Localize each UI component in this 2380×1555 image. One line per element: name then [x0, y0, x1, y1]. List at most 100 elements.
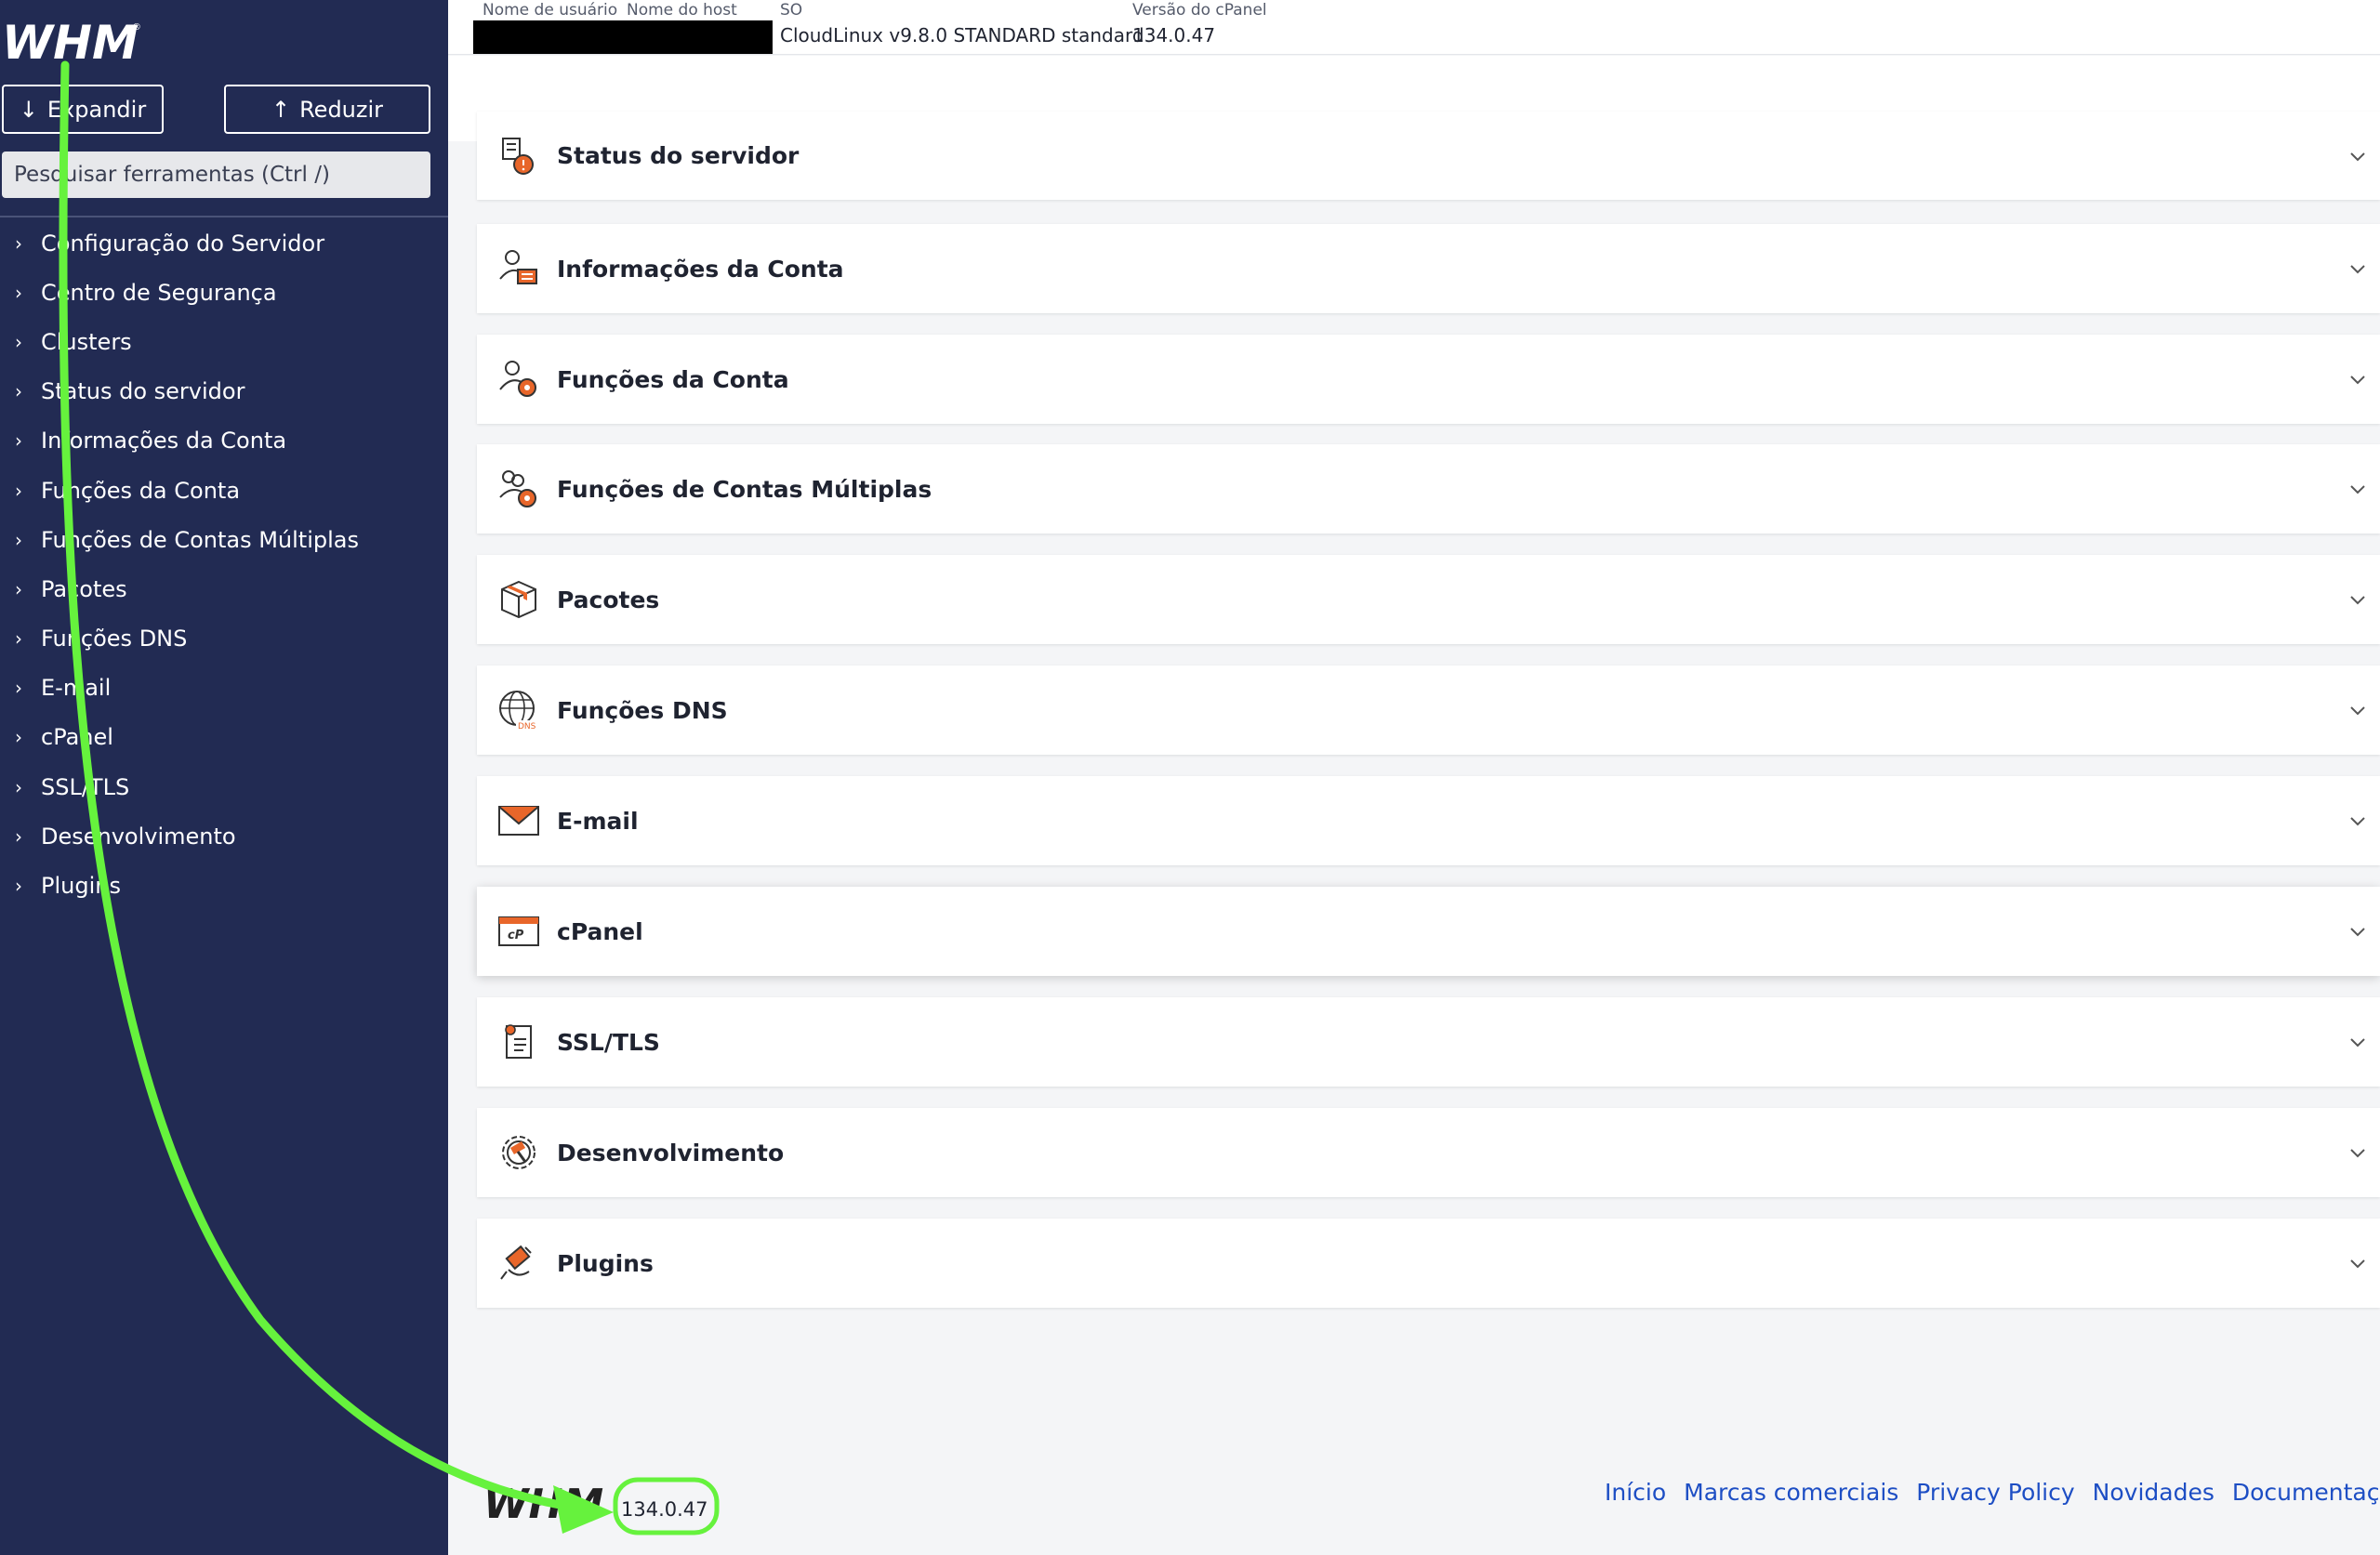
chevron-down-icon — [2350, 928, 2365, 937]
panel-title: E-mail — [557, 807, 639, 835]
sidebar-item-label: Plugins — [41, 873, 121, 900]
chevron-right-icon: › — [15, 577, 22, 600]
chevron-down-icon — [2350, 376, 2365, 385]
sidebar-item-label: Funções de Contas Múltiplas — [41, 526, 359, 553]
arrow-down-icon: ↓ — [19, 96, 38, 123]
reduce-button-label: Reduzir — [299, 96, 384, 123]
reduce-button[interactable]: ↑ Reduzir — [224, 85, 430, 134]
panel-title: Funções da Conta — [557, 365, 789, 393]
panel-funcoes-dns[interactable]: DNS Funções DNS — [477, 665, 2380, 755]
chevron-right-icon: › — [15, 875, 22, 898]
chevron-down-icon — [2350, 596, 2365, 605]
chevron-down-icon — [2350, 485, 2365, 494]
panel-informacoes-da-conta[interactable]: Informações da Conta — [477, 224, 2380, 313]
svg-text:DNS: DNS — [518, 722, 536, 731]
multi-account-icon — [499, 470, 536, 507]
sidebar-item-funcoes-da-conta[interactable]: › Funções da Conta — [0, 466, 448, 515]
panel-pacotes[interactable]: Pacotes — [477, 555, 2380, 644]
panel-title: Informações da Conta — [557, 255, 844, 283]
panel-title: cPanel — [557, 917, 643, 945]
chevron-right-icon: › — [15, 627, 22, 651]
footer-links: Início Marcas comerciais Privacy Policy … — [1605, 1479, 2380, 1506]
chevron-right-icon: › — [15, 429, 22, 453]
panel-title: Status do servidor — [557, 142, 800, 169]
chevron-right-icon: › — [15, 281, 22, 304]
whm-logo-text: WHM — [2, 16, 139, 69]
panel-desenvolvimento[interactable]: Desenvolvimento — [477, 1108, 2380, 1197]
footer-link-documentacao[interactable]: Documentação — [2232, 1479, 2380, 1506]
sidebar-item-label: Centro de Segurança — [41, 279, 277, 306]
panel-funcoes-de-contas-multiplas[interactable]: Funções de Contas Múltiplas — [477, 444, 2380, 534]
svg-text:cP: cP — [508, 929, 524, 942]
sidebar-item-funcoes-de-contas-multiplas[interactable]: › Funções de Contas Múltiplas — [0, 515, 448, 564]
panel-title: Desenvolvimento — [557, 1139, 785, 1166]
os-label: SO — [780, 1, 803, 20]
search-tools-input[interactable] — [2, 152, 430, 198]
expand-button-label: Expandir — [46, 96, 147, 123]
sidebar-item-funcoes-dns[interactable]: › Funções DNS — [0, 614, 448, 664]
footer-link-marcas-comerciais[interactable]: Marcas comerciais — [1684, 1479, 1898, 1506]
expand-button[interactable]: ↓ Expandir — [2, 85, 164, 134]
panel-title: Plugins — [557, 1249, 654, 1277]
cpanel-version-value: 134.0.47 — [1132, 24, 1216, 46]
panel-status-do-servidor[interactable]: Status do servidor — [477, 112, 2380, 200]
footer-version: 134.0.47 — [621, 1498, 708, 1521]
sidebar-item-clusters[interactable]: › Clusters — [0, 317, 448, 366]
sidebar-item-label: Funções da Conta — [41, 477, 241, 504]
sidebar-item-plugins[interactable]: › Plugins — [0, 861, 448, 910]
certificate-icon — [505, 1024, 532, 1059]
panel-title: SSL/TLS — [557, 1028, 660, 1056]
sidebar-item-ssl-tls[interactable]: › SSL/TLS — [0, 762, 448, 811]
chevron-down-icon — [2350, 152, 2365, 161]
sidebar-item-configuracao-do-servidor[interactable]: › Configuração do Servidor — [0, 218, 448, 268]
server-info-bar: Nome de usuário Nome do host SO CloudLin… — [448, 0, 2380, 55]
panel-plugins[interactable]: Plugins — [477, 1219, 2380, 1308]
whm-logo[interactable]: WHM ® — [2, 13, 141, 69]
sidebar-item-informacoes-da-conta[interactable]: › Informações da Conta — [0, 416, 448, 466]
panel-ssl-tls[interactable]: SSL/TLS — [477, 997, 2380, 1087]
account-info-icon — [499, 250, 537, 284]
sidebar-item-centro-de-seguranca[interactable]: › Centro de Segurança — [0, 268, 448, 317]
plugin-icon — [500, 1245, 532, 1280]
chevron-right-icon: › — [15, 231, 22, 255]
chevron-down-icon — [2350, 706, 2365, 716]
sidebar-item-desenvolvimento[interactable]: › Desenvolvimento — [0, 811, 448, 861]
sidebar-item-label: cPanel — [41, 724, 113, 751]
chevron-down-icon — [2350, 1259, 2365, 1269]
panel-cpanel[interactable]: cP cPanel — [477, 887, 2380, 976]
envelope-icon — [498, 806, 539, 836]
sidebar-item-label: Pacotes — [41, 575, 127, 602]
sidebar-nav: › Configuração do Servidor › Centro de Seg… — [0, 218, 448, 911]
sidebar-item-status-do-servidor[interactable]: › Status do servidor — [0, 367, 448, 416]
sidebar-item-pacotes[interactable]: › Pacotes — [0, 564, 448, 613]
panel-e-mail[interactable]: E-mail — [477, 776, 2380, 865]
sidebar-item-cpanel[interactable]: › cPanel — [0, 713, 448, 762]
footer-link-inicio[interactable]: Início — [1605, 1479, 1666, 1506]
cpanel-version-label: Versão do cPanel — [1132, 1, 1267, 20]
dns-globe-icon: DNS — [499, 691, 540, 731]
sidebar-item-label: E-mail — [41, 675, 112, 702]
sidebar-divider — [0, 216, 448, 217]
footer-link-novidades[interactable]: Novidades — [2093, 1479, 2215, 1506]
sidebar-item-e-mail[interactable]: › E-mail — [0, 664, 448, 713]
chevron-down-icon — [2350, 1038, 2365, 1048]
chevron-right-icon: › — [15, 824, 22, 848]
footer-whm-logo: WHM — [483, 1481, 603, 1527]
development-gear-icon — [502, 1136, 536, 1169]
panel-funcoes-da-conta[interactable]: Funções da Conta — [477, 335, 2380, 424]
sidebar: WHM ® ↓ Expandir ↑ Reduzir › Configuração… — [0, 0, 448, 1555]
svg-text:®: ® — [132, 22, 141, 33]
username-label: Nome de usuário — [483, 1, 618, 20]
server-status-icon — [502, 137, 534, 175]
chevron-right-icon: › — [15, 479, 22, 502]
chevron-right-icon: › — [15, 528, 22, 551]
hostname-label: Nome do host — [627, 1, 737, 20]
package-icon — [501, 580, 536, 619]
sidebar-item-label: Informações da Conta — [41, 428, 287, 455]
panel-title: Funções de Contas Múltiplas — [557, 475, 932, 503]
footer-link-privacy-policy[interactable]: Privacy Policy — [1916, 1479, 2074, 1506]
chevron-right-icon: › — [15, 677, 22, 700]
sidebar-item-label: Status do servidor — [41, 378, 245, 405]
chevron-right-icon: › — [15, 775, 22, 798]
account-functions-icon — [499, 361, 536, 397]
